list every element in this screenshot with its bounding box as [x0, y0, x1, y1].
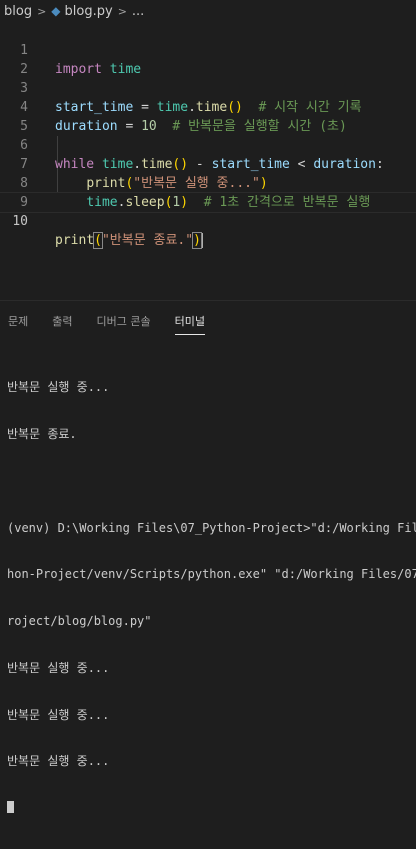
- code-line[interactable]: 1 import time: [0, 22, 416, 77]
- chevron-right-icon: >: [117, 4, 127, 18]
- text-cursor: [200, 233, 203, 248]
- bracket-highlighted: (: [93, 232, 103, 249]
- code-line[interactable]: 6 while time.time() - start_time < durat…: [0, 117, 416, 172]
- bracket-highlighted: ): [192, 232, 202, 249]
- bottom-panel: 문제 출력 디버그 콘솔 터미널 반복문 실행 중... 반복문 종료. ​ (…: [0, 300, 416, 814]
- breadcrumb-more[interactable]: ...: [132, 4, 144, 19]
- terminal-line: 반복문 실행 중...: [7, 754, 110, 769]
- code-line[interactable]: 9: [0, 174, 416, 210]
- panel-tabs: 문제 출력 디버그 콘솔 터미널: [0, 313, 416, 335]
- terminal-line: 반복문 종료.: [7, 426, 77, 441]
- code-line[interactable]: 5: [0, 98, 416, 134]
- function-name: print: [55, 233, 95, 248]
- code-line-active[interactable]: 10 print("반복문 종료."): [0, 192, 416, 249]
- breadcrumb: blog > ◆ blog.py > ...: [0, 0, 416, 22]
- code-line[interactable]: 3 start_time = time.time() # 시작 시간 기록: [0, 60, 416, 115]
- code-line[interactable]: 4 duration = 10 # 반복문을 실행할 시간 (초): [0, 79, 416, 134]
- breadcrumb-file[interactable]: blog.py: [65, 4, 113, 19]
- tab-output[interactable]: 출력: [52, 313, 72, 335]
- code-line[interactable]: 2: [0, 41, 416, 77]
- terminal-line: ​: [7, 474, 416, 490]
- terminal-line: (venv) D:\Working Files\07_Python-Projec…: [7, 520, 416, 535]
- line-number: 10: [12, 214, 28, 229]
- code-editor[interactable]: 1 import time 2 3 start_time = time.time…: [0, 22, 416, 300]
- tab-problems[interactable]: 문제: [8, 313, 28, 335]
- tab-terminal[interactable]: 터미널: [174, 313, 206, 335]
- code-line[interactable]: 7 print("반복문 실행 중..."): [0, 136, 416, 191]
- terminal-cursor-line: [7, 801, 416, 818]
- terminal-line: 반복문 실행 중...: [7, 660, 110, 675]
- tab-debug-console[interactable]: 디버그 콘솔: [97, 313, 151, 335]
- terminal-line: roject/blog/blog.py": [7, 614, 152, 629]
- terminal-cursor: [7, 801, 14, 814]
- python-file-icon: ◆: [51, 4, 61, 18]
- terminal-line: 반복문 실행 중...: [7, 380, 110, 395]
- string-literal: "반복문 종료.": [101, 233, 194, 248]
- terminal-output[interactable]: 반복문 실행 중... 반복문 종료. ​ (venv) D:\Working …: [7, 349, 416, 849]
- code-line[interactable]: 8 time.sleep(1) # 1초 간격으로 반복문 실행: [0, 155, 416, 210]
- chevron-right-icon: >: [37, 4, 47, 18]
- terminal-line: hon-Project/venv/Scripts/python.exe" "d:…: [7, 567, 416, 582]
- breadcrumb-folder[interactable]: blog: [4, 4, 32, 19]
- terminal-line: 반복문 실행 중...: [7, 707, 110, 722]
